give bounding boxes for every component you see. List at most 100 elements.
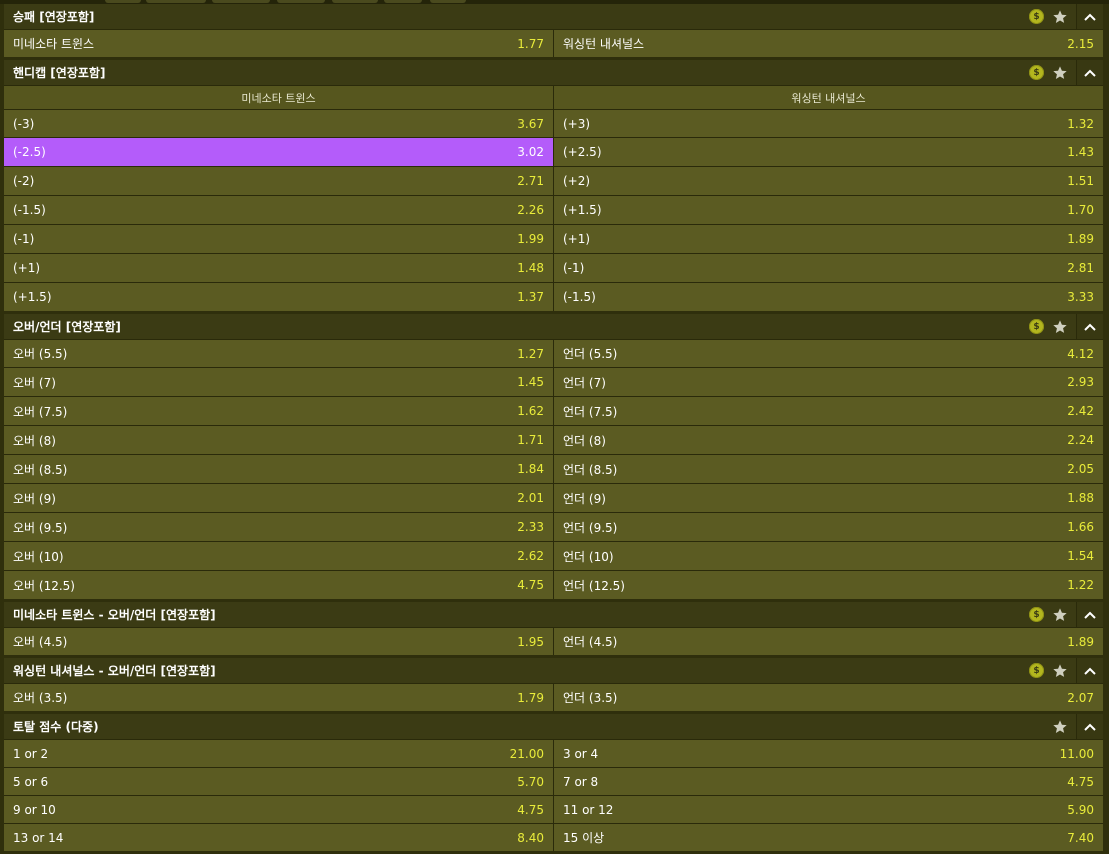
star-icon[interactable] [1052, 65, 1068, 81]
odds-button-left[interactable]: 오버 (8.5) 1.84 [4, 455, 554, 483]
selection-label: 워싱턴 내셔널스 [563, 37, 645, 51]
odds-button-left[interactable]: (-2.5) 3.02 [4, 138, 554, 166]
odds-button-left[interactable]: (-2) 2.71 [4, 167, 554, 195]
star-icon[interactable] [1052, 663, 1068, 679]
odds-row: (-2) 2.71 (+2) 1.51 [4, 167, 1103, 196]
odds-button-right[interactable]: 워싱턴 내셔널스 2.15 [554, 30, 1103, 57]
market-header[interactable]: 토탈 점수 (다중) [4, 714, 1103, 740]
odds-value: 1.62 [517, 404, 544, 418]
market-header[interactable]: 승패 [연장포함] $ [4, 4, 1103, 30]
odds-button-right[interactable]: 언더 (4.5) 1.89 [554, 628, 1103, 655]
odds-button-right[interactable]: 언더 (8) 2.24 [554, 426, 1103, 454]
coin-icon[interactable]: $ [1029, 65, 1044, 80]
odds-button-left[interactable]: (-1) 1.99 [4, 225, 554, 253]
odds-button-left[interactable]: 오버 (9) 2.01 [4, 484, 554, 512]
odds-button-left[interactable]: 오버 (4.5) 1.95 [4, 628, 554, 655]
odds-button-right[interactable]: (-1) 2.81 [554, 254, 1103, 282]
odds-button-right[interactable]: 3 or 4 11.00 [554, 740, 1103, 767]
odds-button-right[interactable]: 언더 (5.5) 4.12 [554, 340, 1103, 367]
odds-value: 11.00 [1059, 746, 1094, 761]
odds-value: 2.26 [517, 203, 544, 217]
odds-button-left[interactable]: 오버 (9.5) 2.33 [4, 513, 554, 541]
odds-value: 4.75 [1067, 774, 1094, 789]
odds-button-left[interactable]: 1 or 2 21.00 [4, 740, 554, 767]
odds-button-left[interactable]: 오버 (12.5) 4.75 [4, 571, 554, 599]
odds-button-left[interactable]: 오버 (5.5) 1.27 [4, 340, 554, 367]
selection-label: (+2.5) [563, 145, 602, 159]
odds-button-right[interactable]: 언더 (9) 1.88 [554, 484, 1103, 512]
odds-button-left[interactable]: 13 or 14 8.40 [4, 824, 554, 851]
coin-icon[interactable]: $ [1029, 9, 1044, 24]
coin-icon[interactable]: $ [1029, 663, 1044, 678]
chevron-up-icon[interactable] [1076, 314, 1103, 339]
odds-button-right[interactable]: (+1.5) 1.70 [554, 196, 1103, 224]
coin-icon[interactable]: $ [1029, 607, 1044, 622]
odds-button-left[interactable]: (+1) 1.48 [4, 254, 554, 282]
odds-button-left[interactable]: (+1.5) 1.37 [4, 283, 554, 311]
market-header[interactable]: 오버/언더 [연장포함] $ [4, 314, 1103, 340]
star-icon[interactable] [1052, 9, 1068, 25]
coin-icon[interactable]: $ [1029, 319, 1044, 334]
odds-button-right[interactable]: (+1) 1.89 [554, 225, 1103, 253]
chevron-up-icon[interactable] [1076, 602, 1103, 627]
selection-label: 1 or 2 [13, 746, 49, 761]
odds-button-right[interactable]: 7 or 8 4.75 [554, 768, 1103, 795]
market-section: 승패 [연장포함] $ 미네소타 트윈스 1.77 워싱턴 내셔널스 2.15 [4, 4, 1103, 57]
column-header: 워싱턴 내셔널스 [791, 91, 866, 105]
odds-button-left[interactable]: 오버 (7.5) 1.62 [4, 397, 554, 425]
odds-button-right[interactable]: 언더 (12.5) 1.22 [554, 571, 1103, 599]
market-header[interactable]: 미네소타 트윈스 - 오버/언더 [연장포함] $ [4, 602, 1103, 628]
selection-label: (-1.5) [13, 203, 46, 217]
odds-button-left[interactable]: 9 or 10 4.75 [4, 796, 554, 823]
odds-button-right[interactable]: 언더 (3.5) 2.07 [554, 684, 1103, 711]
star-icon[interactable] [1052, 319, 1068, 335]
selection-label: (-1) [563, 261, 585, 275]
odds-value: 5.70 [517, 774, 544, 789]
odds-button-right[interactable]: 언더 (7) 2.93 [554, 368, 1103, 396]
chevron-up-icon[interactable] [1076, 4, 1103, 29]
market-title: 핸디캡 [연장포함] [13, 66, 106, 80]
odds-button-right[interactable]: (+2) 1.51 [554, 167, 1103, 195]
odds-button-right[interactable]: (+3) 1.32 [554, 110, 1103, 137]
odds-button-right[interactable]: 11 or 12 5.90 [554, 796, 1103, 823]
odds-button-right[interactable]: 언더 (8.5) 2.05 [554, 455, 1103, 483]
odds-button-left[interactable]: 미네소타 트윈스 1.77 [4, 30, 554, 57]
odds-button-left[interactable]: 오버 (10) 2.62 [4, 542, 554, 570]
odds-row: 오버 (7.5) 1.62 언더 (7.5) 2.42 [4, 397, 1103, 426]
odds-button-right[interactable]: 15 이상 7.40 [554, 824, 1103, 851]
odds-value: 1.70 [1067, 203, 1094, 217]
odds-button-right[interactable]: (-1.5) 3.33 [554, 283, 1103, 311]
selection-label: (+1.5) [13, 290, 52, 304]
market-header[interactable]: 핸디캡 [연장포함] $ [4, 60, 1103, 86]
odds-button-right[interactable]: (+2.5) 1.43 [554, 138, 1103, 166]
market-section: 오버/언더 [연장포함] $ 오버 (5.5) 1.27 언더 (5.5) 4.12 오버 … [4, 314, 1103, 599]
odds-button-right[interactable]: 언더 (10) 1.54 [554, 542, 1103, 570]
star-icon[interactable] [1052, 607, 1068, 623]
market-header[interactable]: 워싱턴 내셔널스 - 오버/언더 [연장포함] $ [4, 658, 1103, 684]
star-icon[interactable] [1052, 719, 1068, 735]
odds-value: 2.05 [1067, 462, 1094, 476]
odds-button-left[interactable]: 오버 (3.5) 1.79 [4, 684, 554, 711]
chevron-up-icon[interactable] [1076, 60, 1103, 85]
odds-button-left[interactable]: 5 or 6 5.70 [4, 768, 554, 795]
odds-button-right[interactable]: 언더 (7.5) 2.42 [554, 397, 1103, 425]
odds-button-left[interactable]: (-3) 3.67 [4, 110, 554, 137]
selection-label: 언더 (9.5) [563, 520, 618, 535]
odds-value: 1.22 [1067, 578, 1094, 592]
selection-label: 언더 (8.5) [563, 462, 618, 477]
odds-value: 1.27 [517, 346, 544, 361]
selection-label: 언더 (8) [563, 433, 606, 448]
odds-button-left[interactable]: 오버 (8) 1.71 [4, 426, 554, 454]
odds-button-left[interactable]: 오버 (7) 1.45 [4, 368, 554, 396]
chevron-up-icon[interactable] [1076, 714, 1103, 739]
selection-label: 오버 (12.5) [13, 578, 75, 593]
market-header-icons: $ [1029, 602, 1103, 627]
selection-label: 언더 (10) [563, 549, 614, 564]
odds-value: 3.67 [517, 116, 544, 131]
chevron-up-icon[interactable] [1076, 658, 1103, 683]
odds-button-left[interactable]: (-1.5) 2.26 [4, 196, 554, 224]
odds-value: 1.77 [517, 36, 544, 51]
selection-label: 오버 (4.5) [13, 635, 68, 649]
selection-label: (+1) [13, 261, 41, 275]
odds-button-right[interactable]: 언더 (9.5) 1.66 [554, 513, 1103, 541]
